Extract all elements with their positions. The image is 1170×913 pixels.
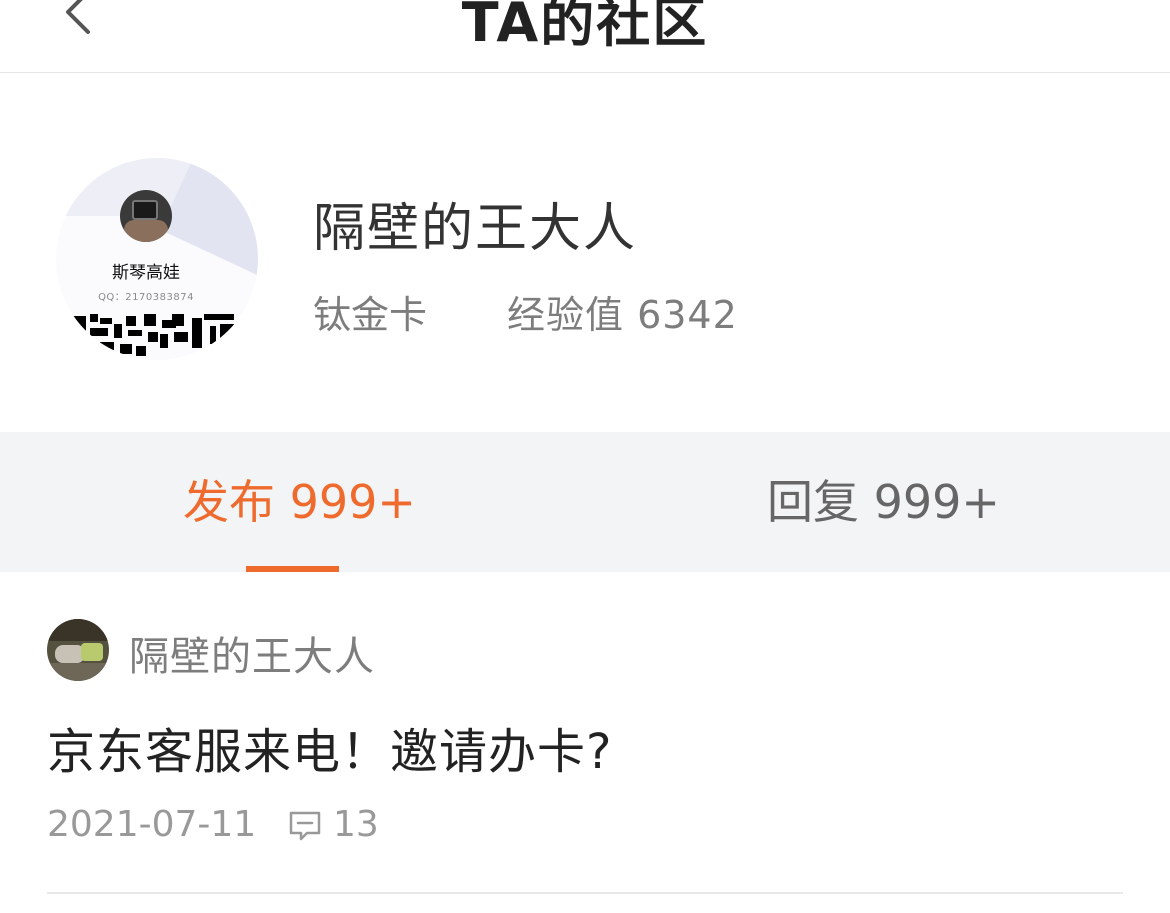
comment-icon	[289, 811, 321, 841]
top-nav-bar: TA的社区	[0, 0, 1170, 73]
membership-level: 钛金卡	[313, 293, 428, 337]
tab-posts[interactable]: 发布 999+	[183, 432, 416, 572]
profile-username: 隔壁的王大人	[313, 199, 638, 259]
tab-bar: 发布 999+ 回复 999+	[0, 432, 1170, 572]
tab-replies[interactable]: 回复 999+	[767, 432, 1000, 572]
post-date: 2021-07-11	[47, 804, 257, 845]
avatar-name-label: 斯琴高娃	[112, 263, 180, 283]
post-title[interactable]: 京东客服来电！邀请办卡?	[47, 712, 612, 782]
qr-code-image	[70, 314, 238, 360]
profile-avatar[interactable]: 斯琴高娃 QQ：2170383874	[56, 158, 258, 360]
active-tab-indicator	[246, 566, 339, 572]
post-divider	[47, 892, 1123, 894]
page-title: TA的社区	[461, 0, 709, 54]
avatar-qq-label: QQ：2170383874	[98, 292, 194, 303]
post-author-name[interactable]: 隔壁的王大人	[129, 624, 375, 682]
post-author-avatar[interactable]	[47, 619, 109, 681]
avatar-photo	[120, 190, 172, 242]
experience-points: 经验值 6342	[507, 293, 738, 337]
post-comment-count: 13	[333, 804, 379, 845]
